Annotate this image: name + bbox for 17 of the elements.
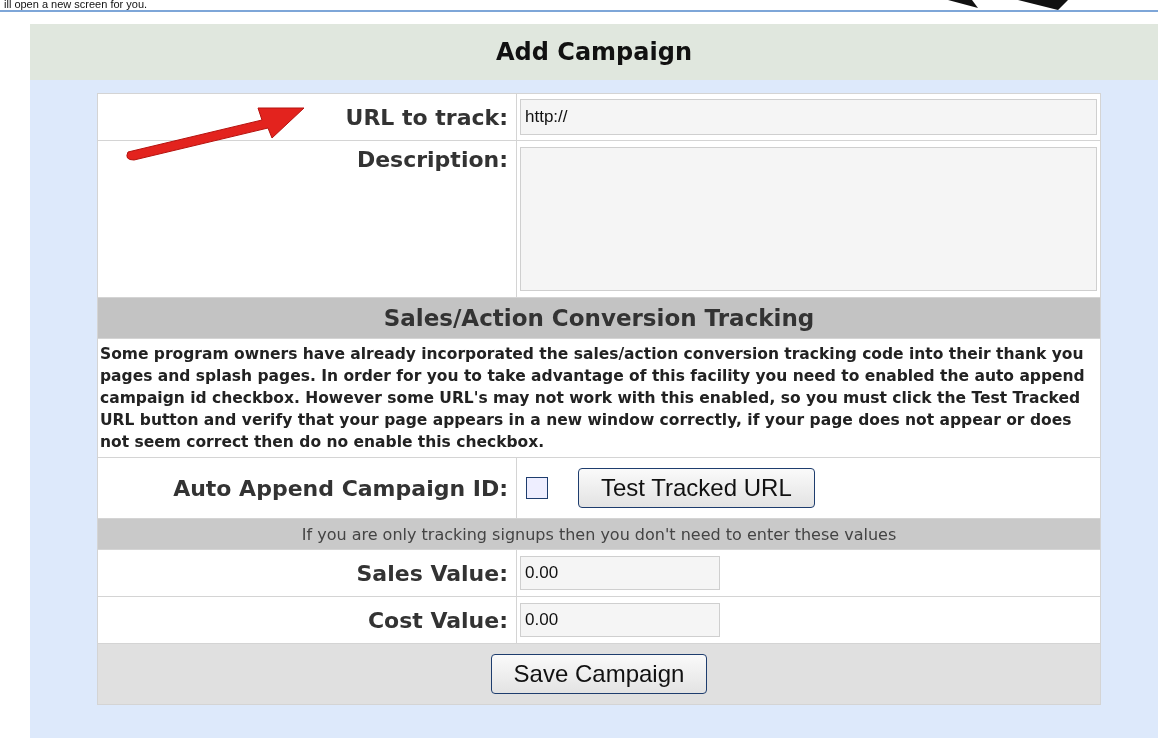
note-text: If you are only tracking signups then you don't need to enter these values [97,518,1101,550]
description-field[interactable] [520,147,1097,291]
value-field[interactable]: 0.00 [520,603,720,637]
url-field[interactable]: http:// [520,99,1097,135]
field-label: Description: [356,147,508,172]
field-label: Cost Value: [367,607,508,633]
field-label: Auto Append Campaign ID: [173,475,508,501]
instruction-text: ill open a new screen for you. [3,0,148,10]
checkbox[interactable] [526,477,548,499]
explanation-text: Some program owners have already incorporated the sales/action conversion tracking code into their thank you pages and splash pages. In order for you to take advantage of this facility you need to enabled the auto append campaign id checkbox. However some URL's may not work with this enabled, so you must click the Test Tracked URL button and verify that your page appears in a new window correctly, if your page does not appear or does not seem correct then do no enable this checkbox. [99,344,1086,453]
field-label: Sales Value: [356,560,508,586]
test-url-button[interactable]: Test Tracked URL [578,468,815,508]
form-title: Add Campaign [496,38,692,66]
field-label: URL to track: [345,104,508,130]
section-header: Sales/Action Conversion Tracking [97,297,1101,339]
value-field[interactable]: 0.00 [520,556,720,590]
save-button[interactable]: Save Campaign [490,654,708,694]
